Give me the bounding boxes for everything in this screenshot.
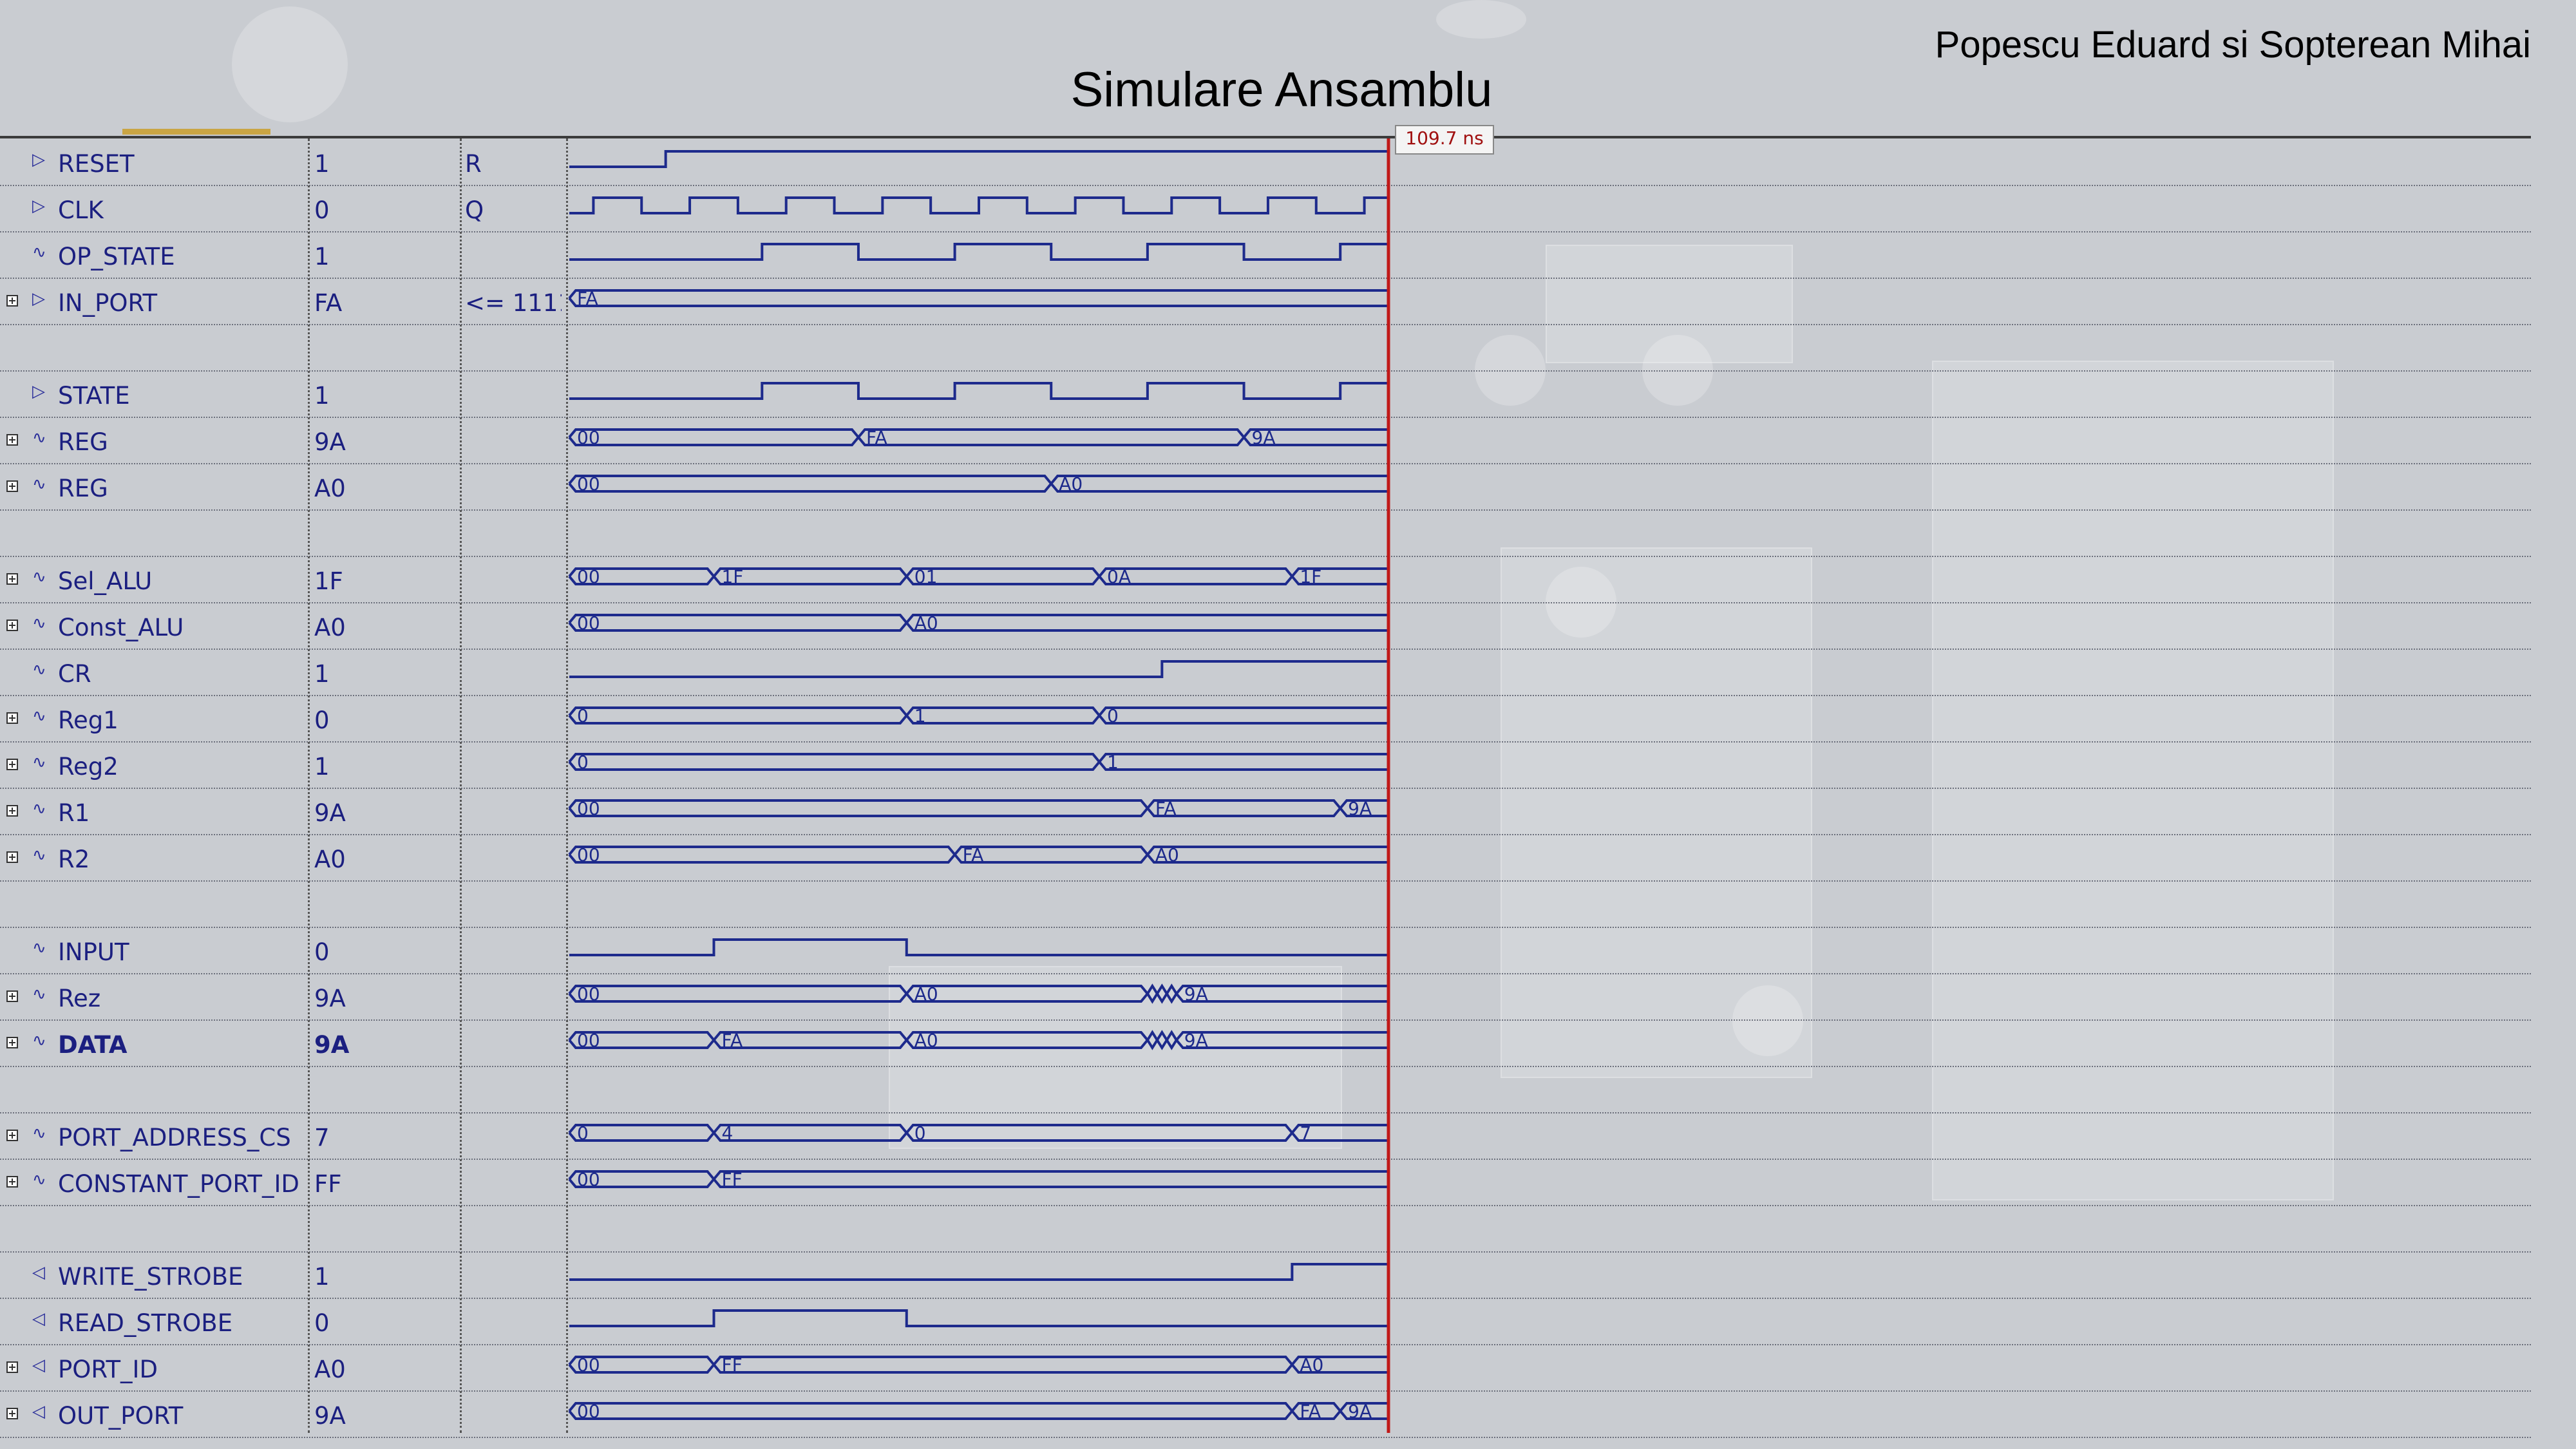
bus-value-label: 00 [577,983,600,1005]
bus-value-label: 0 [577,705,589,726]
bus-segment [568,753,1101,771]
bus-value-label: 0 [914,1122,926,1144]
bus-segment [1175,985,1388,1003]
bus-segment [568,985,908,1003]
bus-value-label: FA [1300,1401,1321,1422]
bus-value-label: 9A [1184,983,1208,1005]
clock-wave [569,196,1388,214]
bus-segment [712,1031,908,1049]
bus-value-label: 0 [577,752,589,773]
bus-value-label: A0 [1155,844,1179,866]
bus-value-label: 9A [1184,1030,1208,1051]
bus-value-label: 00 [577,427,600,448]
bus-value-label: 1 [914,705,926,726]
bus-value-label: 1F [721,566,743,587]
bus-value-label: 00 [577,612,600,634]
bus-segment [1050,475,1388,493]
cursor-time-label[interactable]: 109.7 ns [1395,125,1494,155]
bus-segment [1166,983,1178,1004]
bus-value-label: 1F [1300,566,1321,587]
bus-segment [568,846,956,864]
bus-value-label: 7 [1300,1122,1311,1144]
bus-value-label: FA [1155,798,1177,819]
bus-value-label: 9A [1348,1401,1372,1422]
bus-value-label: 01 [914,566,938,587]
bus-value-label: FA [963,844,984,866]
bus-segment [905,614,1388,632]
bus-value-label: 9A [1252,427,1276,448]
bus-segment [1166,1030,1178,1050]
bus-value-label: 00 [577,1169,600,1190]
bus-segment [568,289,1388,307]
bus-segment [954,846,1149,864]
bus-value-label: A0 [914,612,938,634]
bit-wave [569,1263,1388,1281]
bus-segment [1098,706,1388,724]
bus-value-label: A0 [1300,1354,1323,1376]
bus-segment [1146,846,1388,864]
bus-value-label: A0 [1059,473,1083,495]
bus-segment [1098,753,1388,771]
bit-wave [569,382,1388,400]
bit-wave [569,938,1388,956]
bus-value-label: FF [721,1169,742,1190]
bus-segment [905,706,1101,724]
bus-value-label: 0 [1107,705,1119,726]
bus-value-label: FA [721,1030,743,1051]
bus-segment [905,1124,1293,1142]
bus-segment [1156,1030,1168,1050]
bus-value-label: 1 [1107,752,1119,773]
bit-wave [569,1309,1388,1327]
bus-value-label: FA [866,427,887,448]
bus-segment [712,1124,908,1142]
bus-segment [1146,799,1341,817]
bit-wave [569,150,1388,168]
bus-segment [857,428,1245,446]
bus-segment [905,1031,1149,1049]
bus-segment [712,1170,1388,1188]
bus-value-label: FA [577,288,598,309]
bit-wave [569,660,1388,678]
bus-segment [568,799,1149,817]
bus-segment [568,475,1052,493]
bus-value-label: 00 [577,844,600,866]
bus-value-label: 4 [721,1122,733,1144]
bus-value-label: 00 [577,566,600,587]
bus-segment [1146,1030,1159,1050]
bus-segment [905,985,1149,1003]
bus-value-label: 9A [1348,798,1372,819]
bus-segment [1146,983,1159,1004]
bus-value-label: A0 [914,1030,938,1051]
bus-value-label: A0 [914,983,938,1005]
bus-value-label: 00 [577,1030,600,1051]
bus-value-label: 00 [577,473,600,495]
bus-value-label: 0A [1107,566,1131,587]
bus-segment [568,614,908,632]
bus-value-label: 00 [577,1354,600,1376]
bus-value-label: 00 [577,798,600,819]
bus-value-label: FF [721,1354,742,1376]
bus-value-label: 0 [577,1122,589,1144]
bus-segment [568,706,908,724]
bus-segment [568,428,860,446]
bus-segment [1175,1031,1388,1049]
waveforms: FA00 FA 9A00 A000 1F 01 0A 1F00 A00 1 00 100 FA 9A00 F… [568,150,1388,1422]
waveform-panel[interactable]: FA00 FA 9A00 A000 1F 01 0A 1F00 A00 1 00 100 FA 9A00 F… [0,0,2576,1449]
bus-segment [568,1402,1293,1420]
bus-segment [568,1124,715,1142]
bus-value-label: 00 [577,1401,600,1422]
bus-segment [1156,983,1168,1004]
bus-segment [712,1356,1293,1374]
bit-wave [569,243,1388,261]
